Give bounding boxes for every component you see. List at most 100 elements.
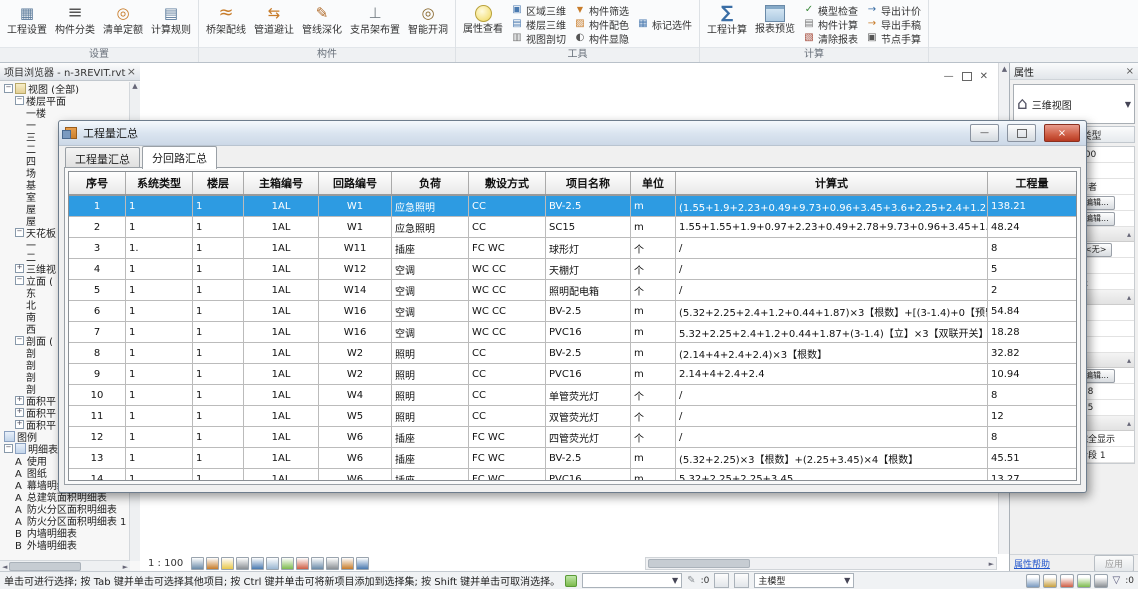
select-links-icon[interactable]	[1026, 574, 1040, 588]
table-cell[interactable]: 1	[193, 217, 244, 238]
table-cell[interactable]: m	[631, 217, 676, 238]
table-cell[interactable]: 1	[126, 195, 193, 217]
visual-style-icon[interactable]	[206, 557, 219, 570]
table-cell[interactable]: 9	[69, 364, 126, 385]
analytical-model-icon[interactable]	[326, 557, 339, 570]
ribbon-button[interactable]: 工程计算	[705, 1, 749, 36]
table-cell[interactable]: /	[676, 385, 988, 406]
table-cell[interactable]: 1	[193, 385, 244, 406]
tree-item[interactable]: A_防火分区面积明细表 1	[0, 514, 130, 526]
table-cell[interactable]: 1.55+1.55+1.9+0.97+2.23+0.49+2.78+9.73+0…	[676, 217, 988, 238]
ribbon-button[interactable]: 清单定额	[101, 1, 145, 36]
table-cell[interactable]: 2.14+4+2.4+2.4	[676, 364, 988, 385]
table-cell[interactable]: m	[631, 448, 676, 469]
close-icon[interactable]	[127, 65, 136, 78]
workset-dropdown[interactable]: ▼	[582, 573, 682, 588]
table-cell[interactable]: 个	[631, 280, 676, 301]
table-cell[interactable]: W1	[319, 217, 392, 238]
ribbon-button[interactable]: 报表预览	[753, 1, 797, 35]
table-cell[interactable]: 1AL	[244, 406, 319, 427]
table-cell[interactable]: W4	[319, 385, 392, 406]
tree-item[interactable]: −楼层平面	[0, 94, 130, 106]
table-cell[interactable]: 5.32+2.25+2.4+1.2+0.44+1.87+(3-1.4)【立】×3…	[676, 322, 988, 343]
table-cell[interactable]: /	[676, 406, 988, 427]
ribbon-button[interactable]: 构件配色	[572, 17, 631, 31]
tree-item[interactable]: 一楼	[0, 106, 130, 118]
table-cell[interactable]: BV-2.5	[546, 343, 631, 364]
design-option-icon[interactable]	[734, 573, 749, 588]
table-cell[interactable]: 11	[69, 406, 126, 427]
table-cell[interactable]: BV-2.5	[546, 195, 631, 217]
column-header[interactable]: 敷设方式	[469, 172, 546, 195]
table-cell[interactable]: 48.24	[988, 217, 1077, 238]
table-cell[interactable]: 45.51	[988, 448, 1077, 469]
table-cell[interactable]: 10.94	[988, 364, 1077, 385]
table-cell[interactable]: 1	[126, 385, 193, 406]
minimize-button[interactable]: —	[970, 124, 999, 142]
table-cell[interactable]: FC WC	[469, 469, 546, 482]
table-cell[interactable]: m	[631, 343, 676, 364]
ribbon-button[interactable]: 计算规则	[149, 1, 193, 36]
table-cell[interactable]: 1	[193, 364, 244, 385]
table-row[interactable]: 1111ALW1应急照明CCBV-2.5m(1.55+1.9+2.23+0.49…	[69, 195, 1076, 217]
table-cell[interactable]: W2	[319, 364, 392, 385]
collapse-icon[interactable]: −	[15, 276, 24, 285]
table-cell[interactable]: PVC16	[546, 364, 631, 385]
table-cell[interactable]: m	[631, 195, 676, 217]
ribbon-button[interactable]: 视图剖切	[509, 31, 568, 45]
collapse-icon[interactable]: −	[15, 96, 24, 105]
table-cell[interactable]: 32.82	[988, 343, 1077, 364]
table-cell[interactable]: 1	[193, 469, 244, 482]
table-cell[interactable]: 照明	[392, 343, 469, 364]
column-header[interactable]: 系统类型	[126, 172, 193, 195]
table-cell[interactable]: 个	[631, 259, 676, 280]
apply-button[interactable]: 应用	[1094, 555, 1134, 572]
table-cell[interactable]: BV-2.5	[546, 448, 631, 469]
tree-item[interactable]: B_外墙明细表	[0, 538, 130, 550]
table-cell[interactable]: 8	[69, 343, 126, 364]
table-cell[interactable]: 个	[631, 406, 676, 427]
column-header[interactable]: 回路编号	[319, 172, 392, 195]
table-cell[interactable]: (5.32+2.25)×3【根数】+(2.25+3.45)×4【根数】	[676, 448, 988, 469]
table-cell[interactable]: m	[631, 301, 676, 322]
table-cell[interactable]: 1AL	[244, 364, 319, 385]
close-view-icon[interactable]: ✕	[980, 71, 988, 82]
scroll-left-icon[interactable]: ◄	[0, 563, 9, 571]
table-cell[interactable]: (1.55+1.9+2.23+0.49+9.73+0.96+3.45+3.6+2…	[676, 195, 988, 217]
table-cell[interactable]: W14	[319, 280, 392, 301]
table-cell[interactable]: 1AL	[244, 322, 319, 343]
maximize-button[interactable]	[1007, 124, 1036, 142]
ribbon-button[interactable]: 智能开洞	[406, 1, 450, 36]
table-cell[interactable]: 1.	[126, 238, 193, 259]
scrollbar-thumb[interactable]	[9, 562, 81, 571]
table-cell[interactable]: FC WC	[469, 448, 546, 469]
table-cell[interactable]: 球形灯	[546, 238, 631, 259]
ribbon-button[interactable]: 构件分类	[53, 1, 97, 36]
drag-elements-icon[interactable]	[1094, 574, 1108, 588]
table-cell[interactable]: 1	[126, 280, 193, 301]
table-cell[interactable]: 插座	[392, 448, 469, 469]
collapse-icon[interactable]: −	[4, 444, 13, 453]
design-option-dropdown[interactable]: 主模型 ▼	[754, 573, 854, 588]
ribbon-button[interactable]: 桥架配线	[204, 1, 248, 36]
dialog-title-bar[interactable]: 工程量汇总 —	[59, 121, 1086, 146]
table-cell[interactable]: 1	[193, 259, 244, 280]
ribbon-button[interactable]: 构件计算	[801, 17, 860, 31]
ribbon-button[interactable]: 导出计价	[864, 3, 923, 17]
ribbon-button[interactable]: 清除报表	[801, 31, 860, 45]
properties-help-link[interactable]: 属性帮助	[1014, 557, 1090, 570]
table-cell[interactable]: 18.28	[988, 322, 1077, 343]
table-cell[interactable]: BV-2.5	[546, 301, 631, 322]
table-row[interactable]: 14111ALW6插座FC WCPVC16m5.32+2.25+2.25+3.4…	[69, 469, 1076, 482]
table-cell[interactable]: 1AL	[244, 427, 319, 448]
table-cell[interactable]: /	[676, 238, 988, 259]
table-cell[interactable]: 个	[631, 385, 676, 406]
table-cell[interactable]: 1	[126, 322, 193, 343]
table-cell[interactable]: /	[676, 427, 988, 448]
table-cell[interactable]: 天棚灯	[546, 259, 631, 280]
column-header[interactable]: 工程量	[988, 172, 1077, 195]
ribbon-button[interactable]: 楼层三维	[509, 17, 568, 31]
table-cell[interactable]: 1	[126, 469, 193, 482]
table-cell[interactable]: 1AL	[244, 217, 319, 238]
tab-inactive[interactable]: 工程量汇总	[65, 147, 140, 169]
